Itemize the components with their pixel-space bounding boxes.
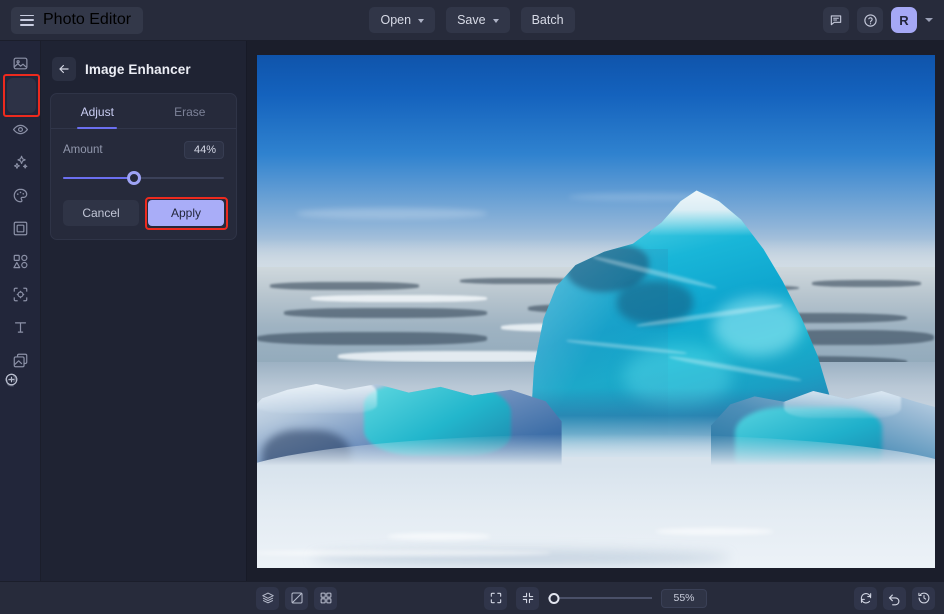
bottom-right-tools xyxy=(6,375,935,610)
reset-button[interactable] xyxy=(854,586,877,610)
collapse-arrows-icon xyxy=(522,592,533,604)
layers-copy-icon xyxy=(13,353,27,367)
text-icon xyxy=(14,321,26,333)
sidebar-item-effects[interactable] xyxy=(7,150,33,174)
tab-adjust[interactable]: Adjust xyxy=(51,94,144,128)
zoom-controls: 55% xyxy=(5,374,854,610)
undo-button[interactable] xyxy=(883,586,906,610)
amount-value[interactable]: 44% xyxy=(184,141,224,159)
grid-button[interactable] xyxy=(314,586,337,610)
chevron-down-icon xyxy=(418,18,425,23)
save-button[interactable]: Save xyxy=(446,7,510,33)
page-title: Image Enhancer xyxy=(85,61,191,77)
frame-icon xyxy=(13,221,27,235)
sidebar-item-shapes[interactable] xyxy=(7,249,33,273)
cancel-button[interactable]: Cancel xyxy=(63,200,139,226)
slider-fill xyxy=(63,176,134,180)
layers-icon xyxy=(261,592,274,604)
slider-thumb[interactable] xyxy=(126,171,141,185)
apply-button-wrapper: Apply xyxy=(144,196,228,230)
fit-screen-button[interactable] xyxy=(484,586,507,610)
ai-crop-icon xyxy=(13,287,27,301)
canvas-area[interactable] xyxy=(247,41,944,581)
batch-button[interactable]: Batch xyxy=(520,7,575,33)
app-title: Photo Editor xyxy=(43,11,132,28)
photo-editor-app: Photo Editor Open Save Batch R Image Enh… xyxy=(0,0,944,614)
grid-icon xyxy=(320,592,331,604)
amount-label: Amount xyxy=(63,144,103,156)
amount-row: Amount 44% xyxy=(63,141,224,159)
cloud-wisp xyxy=(297,208,487,219)
chat-bubble-icon xyxy=(830,15,842,26)
snow-drift xyxy=(256,434,935,568)
chevron-down-icon xyxy=(492,18,499,23)
canvas-image[interactable] xyxy=(256,54,935,568)
zoom-slider-thumb[interactable] xyxy=(548,592,560,604)
sidebar-item-color[interactable] xyxy=(7,183,33,207)
redo-button[interactable] xyxy=(0,368,23,391)
open-label: Open xyxy=(380,13,412,27)
batch-label: Batch xyxy=(531,13,564,27)
feedback-button[interactable] xyxy=(823,7,849,33)
sliders-icon xyxy=(13,88,27,104)
history-button[interactable] xyxy=(912,586,935,610)
tool-rail xyxy=(0,41,41,581)
compare-button[interactable] xyxy=(285,586,308,610)
actual-size-button[interactable] xyxy=(516,586,539,610)
refresh-icon xyxy=(860,593,871,604)
zoom-slider-track xyxy=(548,597,652,599)
history-icon xyxy=(917,592,929,604)
image-icon xyxy=(13,57,27,69)
main-body: Image Enhancer Adjust Erase Amount 44% C… xyxy=(0,41,944,581)
arrow-left-icon xyxy=(59,64,69,74)
sidebar-item-retouch[interactable] xyxy=(7,117,33,141)
shapes-icon xyxy=(12,254,27,268)
sidebar-item-adjust[interactable] xyxy=(7,84,33,108)
app-menu-button[interactable]: Photo Editor xyxy=(11,6,144,34)
palette-icon xyxy=(13,188,27,202)
layers-button[interactable] xyxy=(256,586,279,610)
adjust-tab-content: Amount 44% Cancel Apply xyxy=(51,129,236,239)
eye-icon xyxy=(12,124,28,134)
undo-icon xyxy=(888,594,900,605)
sidebar-item-image[interactable] xyxy=(7,51,33,75)
image-enhancer-panel: Image Enhancer Adjust Erase Amount 44% C… xyxy=(41,41,247,581)
panel-actions: Cancel Apply xyxy=(63,196,228,230)
panel-header: Image Enhancer xyxy=(50,52,237,84)
top-right-tools: R xyxy=(823,7,944,33)
bottom-toolbar: 55% xyxy=(0,374,944,614)
help-button[interactable] xyxy=(857,7,883,33)
panel-back-button[interactable] xyxy=(52,57,76,81)
sidebar-item-ai-tools[interactable] xyxy=(7,282,33,306)
sidebar-item-frame[interactable] xyxy=(7,216,33,240)
avatar[interactable]: R xyxy=(891,7,917,33)
hamburger-icon xyxy=(20,14,34,26)
zoom-slider[interactable] xyxy=(548,592,652,604)
redo-icon xyxy=(6,375,18,387)
zoom-level-value[interactable]: 55% xyxy=(661,588,707,608)
question-circle-icon xyxy=(863,13,877,27)
enhancer-card: Adjust Erase Amount 44% Cancel Apply xyxy=(50,93,237,240)
sidebar-item-text[interactable] xyxy=(7,315,33,339)
panel-tabs: Adjust Erase xyxy=(51,94,236,129)
bottom-left-tools xyxy=(256,586,337,610)
apply-button[interactable]: Apply xyxy=(148,200,224,226)
fit-screen-icon xyxy=(490,592,501,604)
compare-split-icon xyxy=(290,592,303,604)
save-label: Save xyxy=(457,13,486,27)
top-toolbar: Photo Editor Open Save Batch R xyxy=(0,0,944,41)
amount-slider[interactable] xyxy=(63,170,224,186)
sparkles-icon xyxy=(13,155,27,169)
open-button[interactable]: Open xyxy=(369,7,436,33)
tab-erase[interactable]: Erase xyxy=(144,94,237,128)
account-chevron-down-icon[interactable] xyxy=(925,18,933,22)
